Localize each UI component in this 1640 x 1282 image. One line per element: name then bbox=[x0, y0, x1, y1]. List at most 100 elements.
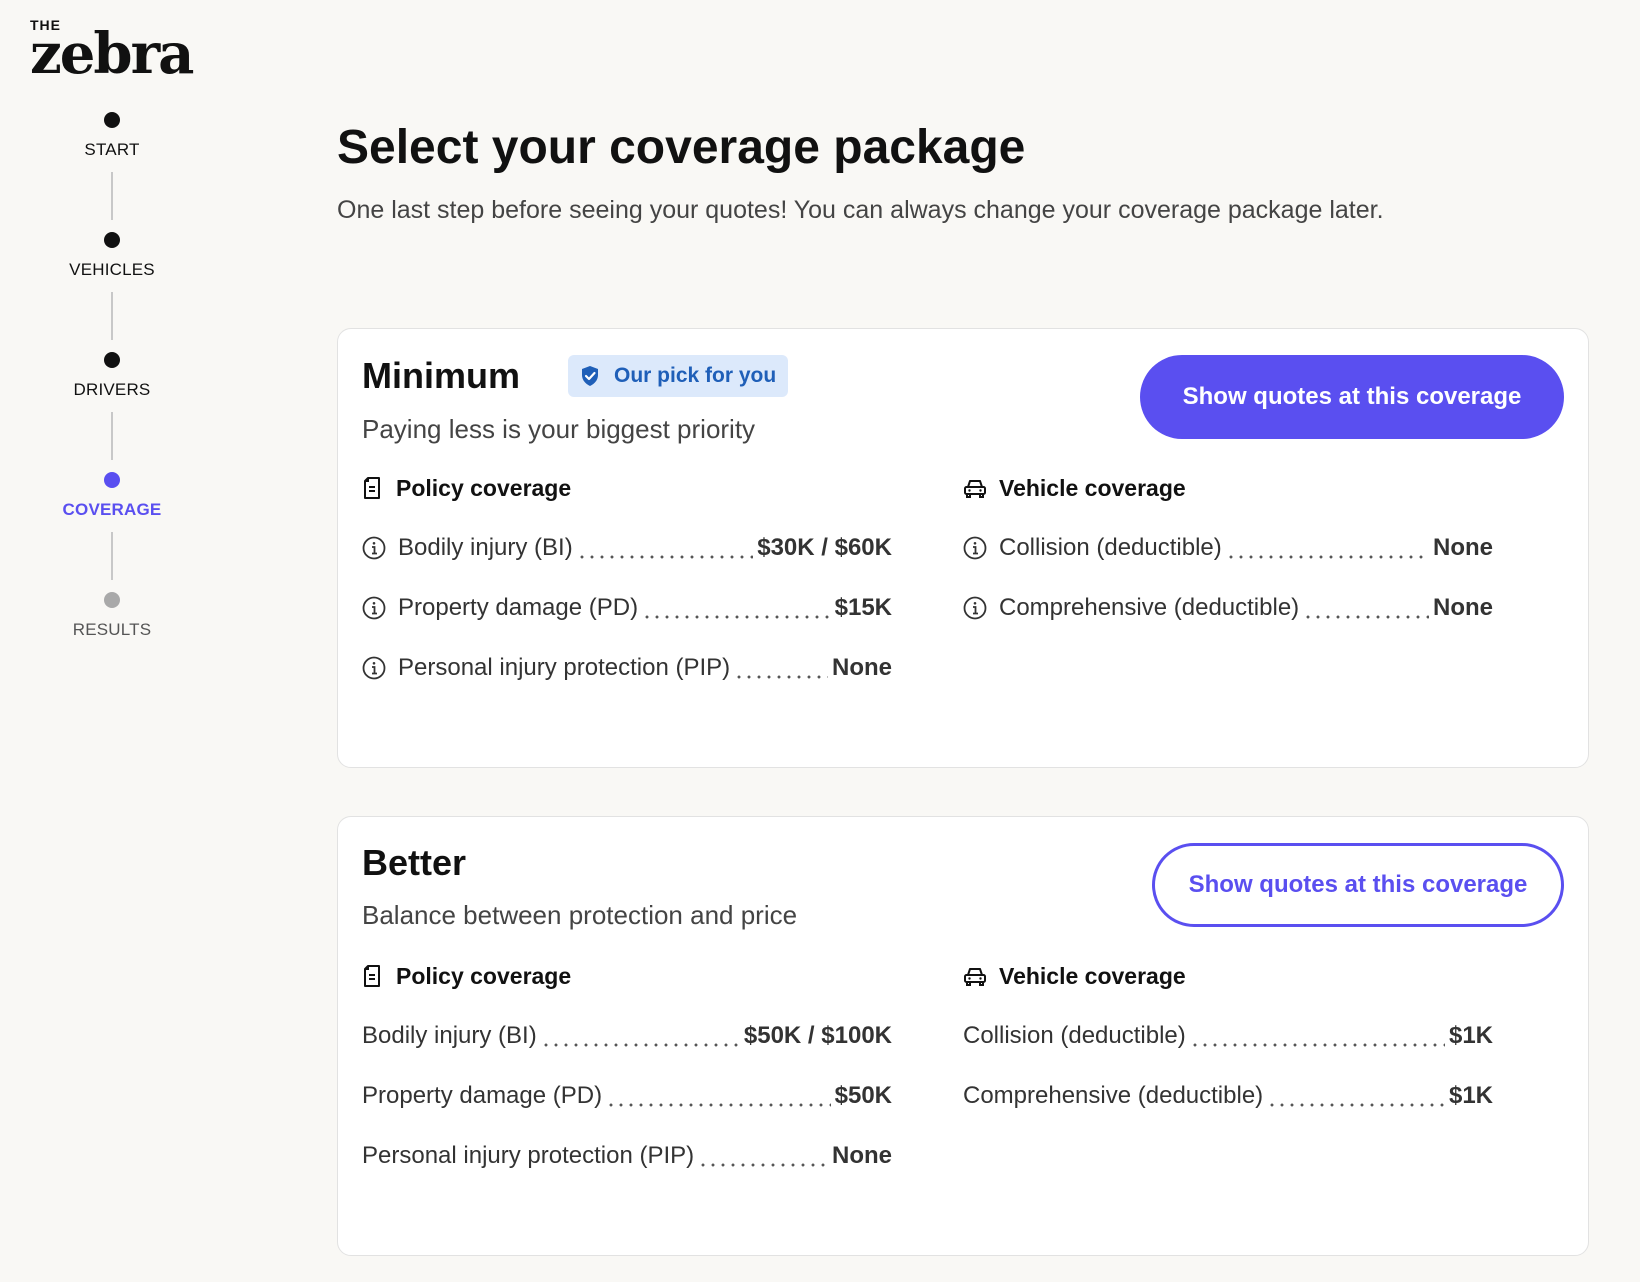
recommended-badge: Our pick for you bbox=[568, 355, 789, 397]
info-icon[interactable] bbox=[963, 596, 987, 620]
coverage-label: Comprehensive (deductible) bbox=[963, 1082, 1264, 1109]
document-icon bbox=[364, 477, 380, 499]
step-label: START bbox=[84, 140, 140, 159]
section-heading-label: Vehicle coverage bbox=[999, 962, 1186, 989]
progress-stepper: START VEHICLES DRIVERS COVERAGE RESULTS bbox=[0, 112, 224, 640]
dot-leader bbox=[1225, 536, 1429, 560]
coverage-row-property-damage: Property damage (PD) $15K bbox=[362, 591, 892, 625]
step-connector bbox=[111, 292, 113, 340]
section-heading-label: Policy coverage bbox=[396, 962, 572, 989]
document-icon bbox=[364, 965, 380, 987]
page-subtitle: One last step before seeing your quotes!… bbox=[337, 196, 1384, 224]
step-connector bbox=[111, 172, 113, 220]
coverage-value: $50K / $100K bbox=[743, 1022, 892, 1049]
dot-leader bbox=[606, 1084, 831, 1108]
dot-leader bbox=[576, 536, 754, 560]
coverage-value: $50K bbox=[834, 1082, 892, 1109]
coverage-value: $1K bbox=[1448, 1022, 1493, 1049]
dot-leader bbox=[1303, 596, 1429, 620]
step-dot bbox=[103, 352, 120, 368]
info-icon[interactable] bbox=[362, 596, 386, 620]
coverage-label: Property damage (PD) bbox=[362, 1082, 603, 1109]
step-vehicles: VEHICLES bbox=[69, 232, 155, 280]
coverage-label: Collision (deductible) bbox=[999, 534, 1222, 561]
card-title: Better bbox=[362, 842, 467, 883]
coverage-row-collision: Collision (deductible) None bbox=[963, 531, 1493, 565]
zebra-logo[interactable]: THE zebra bbox=[30, 18, 194, 87]
page-header: Select your coverage package One last st… bbox=[337, 122, 1589, 226]
section-heading: Policy coverage bbox=[362, 471, 892, 505]
coverage-label: Bodily injury (BI) bbox=[362, 1022, 537, 1049]
section-heading-label: Vehicle coverage bbox=[999, 474, 1186, 501]
coverage-row-comprehensive: Comprehensive (deductible) None bbox=[963, 591, 1493, 625]
step-label: COVERAGE bbox=[62, 500, 162, 519]
section-heading: Policy coverage bbox=[362, 959, 892, 993]
coverage-value: $30K / $60K bbox=[757, 534, 892, 561]
card-title-row: Minimum Our pick for you bbox=[362, 355, 789, 397]
info-icon[interactable] bbox=[362, 656, 386, 680]
step-label: VEHICLES bbox=[69, 260, 155, 279]
step-label: RESULTS bbox=[72, 620, 152, 639]
car-icon bbox=[964, 968, 986, 986]
car-icon bbox=[964, 480, 986, 498]
page-title: Select your coverage package bbox=[337, 121, 1026, 174]
step-coverage: COVERAGE bbox=[63, 472, 162, 520]
step-label: DRIVERS bbox=[73, 380, 151, 399]
coverage-row-bodily-injury: Bodily injury (BI) $50K / $100K bbox=[362, 1019, 892, 1053]
coverage-value: None bbox=[832, 654, 892, 681]
coverage-value: None bbox=[1433, 534, 1493, 561]
coverage-label: Collision (deductible) bbox=[963, 1022, 1186, 1049]
step-dot bbox=[104, 112, 120, 128]
card-header: Minimum Our pick for you Paying less is … bbox=[362, 355, 789, 445]
coverage-value: None bbox=[832, 1142, 892, 1169]
show-quotes-button[interactable]: Show quotes at this coverage bbox=[1140, 355, 1564, 439]
coverage-label: Property damage (PD) bbox=[398, 594, 639, 621]
dot-leader bbox=[642, 596, 831, 620]
coverage-label: Bodily injury (BI) bbox=[398, 534, 573, 561]
show-quotes-button[interactable]: Show quotes at this coverage bbox=[1152, 843, 1564, 927]
coverage-label: Personal injury protection (PIP) bbox=[398, 654, 731, 681]
section-heading: Vehicle coverage bbox=[963, 471, 1493, 505]
card-description: Paying less is your biggest priority bbox=[362, 414, 756, 444]
coverage-row-pip: Personal injury protection (PIP) None bbox=[362, 1139, 892, 1173]
policy-coverage-section: Policy coverage Bodily injury (BI) $30K … bbox=[362, 471, 892, 685]
vehicle-coverage-section: Vehicle coverage Collision (deductible) … bbox=[963, 471, 1493, 625]
step-dot bbox=[104, 472, 120, 488]
card-title-row: Better bbox=[362, 843, 797, 883]
step-dot bbox=[104, 232, 120, 248]
shield-check-icon bbox=[582, 366, 598, 386]
policy-coverage-section: Policy coverage Bodily injury (BI) $50K … bbox=[362, 959, 892, 1173]
coverage-label: Comprehensive (deductible) bbox=[999, 594, 1300, 621]
section-heading-label: Policy coverage bbox=[396, 474, 572, 501]
coverage-row-collision: Collision (deductible) $1K bbox=[963, 1019, 1493, 1053]
coverage-row-bodily-injury: Bodily injury (BI) $30K / $60K bbox=[362, 531, 892, 565]
card-description: Balance between protection and price bbox=[362, 900, 798, 930]
step-drivers: DRIVERS bbox=[74, 352, 151, 400]
package-card-better: Better Balance between protection and pr… bbox=[337, 816, 1589, 1256]
badge-label: Our pick for you bbox=[614, 364, 777, 387]
dot-leader bbox=[734, 656, 828, 680]
step-connector bbox=[111, 532, 113, 580]
card-header: Better Balance between protection and pr… bbox=[362, 843, 797, 931]
info-icon[interactable] bbox=[362, 536, 386, 560]
dot-leader bbox=[1189, 1024, 1445, 1048]
coverage-value: $15K bbox=[834, 594, 892, 621]
logo-word: zebra bbox=[30, 21, 194, 87]
step-start: START bbox=[84, 112, 139, 160]
dot-leader bbox=[540, 1024, 740, 1048]
vehicle-coverage-section: Vehicle coverage Collision (deductible) … bbox=[963, 959, 1493, 1113]
coverage-label: Personal injury protection (PIP) bbox=[362, 1142, 695, 1169]
coverage-row-pip: Personal injury protection (PIP) None bbox=[362, 651, 892, 685]
coverage-row-property-damage: Property damage (PD) $50K bbox=[362, 1079, 892, 1113]
package-card-minimum: Minimum Our pick for you Paying less is … bbox=[337, 328, 1589, 768]
step-results: RESULTS bbox=[73, 592, 152, 640]
dot-leader bbox=[698, 1144, 828, 1168]
coverage-value: None bbox=[1433, 594, 1493, 621]
step-dot bbox=[104, 592, 120, 608]
step-connector bbox=[111, 412, 113, 460]
dot-leader bbox=[1267, 1084, 1445, 1108]
coverage-value: $1K bbox=[1448, 1082, 1493, 1109]
info-icon[interactable] bbox=[963, 536, 987, 560]
coverage-row-comprehensive: Comprehensive (deductible) $1K bbox=[963, 1079, 1493, 1113]
card-title: Minimum bbox=[362, 355, 520, 396]
